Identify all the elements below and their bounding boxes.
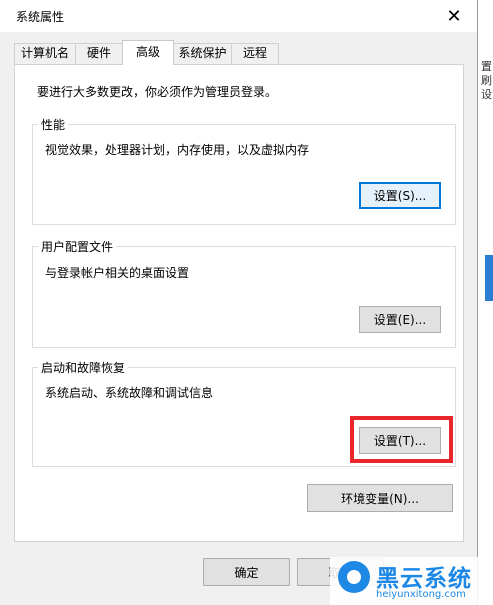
tab-advanced[interactable]: 高级 — [122, 40, 174, 65]
tab-system-protection[interactable]: 系统保护 — [173, 43, 232, 64]
advanced-tab-panel: 要进行大多数更改，你必须作为管理员登录。 性能 视觉效果，处理器计划，内存使用，… — [14, 64, 464, 542]
watermark-logo-icon — [338, 561, 370, 593]
user-profiles-description: 与登录帐户相关的桌面设置 — [45, 266, 190, 280]
highlight-box — [350, 416, 453, 463]
watermark: 黑云系统 heiyunxitong.com — [330, 557, 493, 605]
startup-recovery-description: 系统启动、系统故障和调试信息 — [45, 386, 214, 400]
tab-computer-name[interactable]: 计算机名 — [14, 43, 76, 64]
ok-button[interactable]: 确定 — [203, 558, 290, 586]
window-title: 系统属性 — [16, 10, 65, 24]
watermark-title: 黑云系统 — [376, 566, 472, 592]
performance-description: 视觉效果，处理器计划，内存使用，以及虚拟内存 — [45, 143, 310, 157]
user-profiles-group: 用户配置文件 与登录帐户相关的桌面设置 设置(E)... — [32, 238, 456, 348]
background-blue-element — [485, 255, 493, 301]
tab-hardware[interactable]: 硬件 — [75, 43, 123, 64]
user-profiles-group-title: 用户配置文件 — [38, 238, 117, 255]
environment-variables-button[interactable]: 环境变量(N)... — [307, 484, 453, 512]
title-bar: 系统属性 ✕ — [0, 0, 477, 32]
tab-remote[interactable]: 远程 — [231, 43, 279, 64]
close-icon: ✕ — [446, 5, 462, 27]
performance-group-title: 性能 — [38, 116, 69, 133]
close-button[interactable]: ✕ — [431, 0, 477, 32]
startup-recovery-group-title: 启动和故障恢复 — [38, 359, 129, 376]
performance-settings-button[interactable]: 设置(S)... — [359, 182, 441, 209]
performance-group: 性能 视觉效果，处理器计划，内存使用，以及虚拟内存 设置(S)... — [32, 116, 456, 225]
admin-notice: 要进行大多数更改，你必须作为管理员登录。 — [37, 85, 278, 99]
watermark-subtitle: heiyunxitong.com — [376, 589, 466, 600]
system-properties-dialog: 系统属性 ✕ 计算机名 硬件 高级 系统保护 远程 要进行大多数更改，你必须作为… — [0, 0, 478, 605]
user-profiles-settings-button[interactable]: 设置(E)... — [359, 306, 441, 333]
background-partial-text: 置 刷 设 — [481, 60, 492, 101]
